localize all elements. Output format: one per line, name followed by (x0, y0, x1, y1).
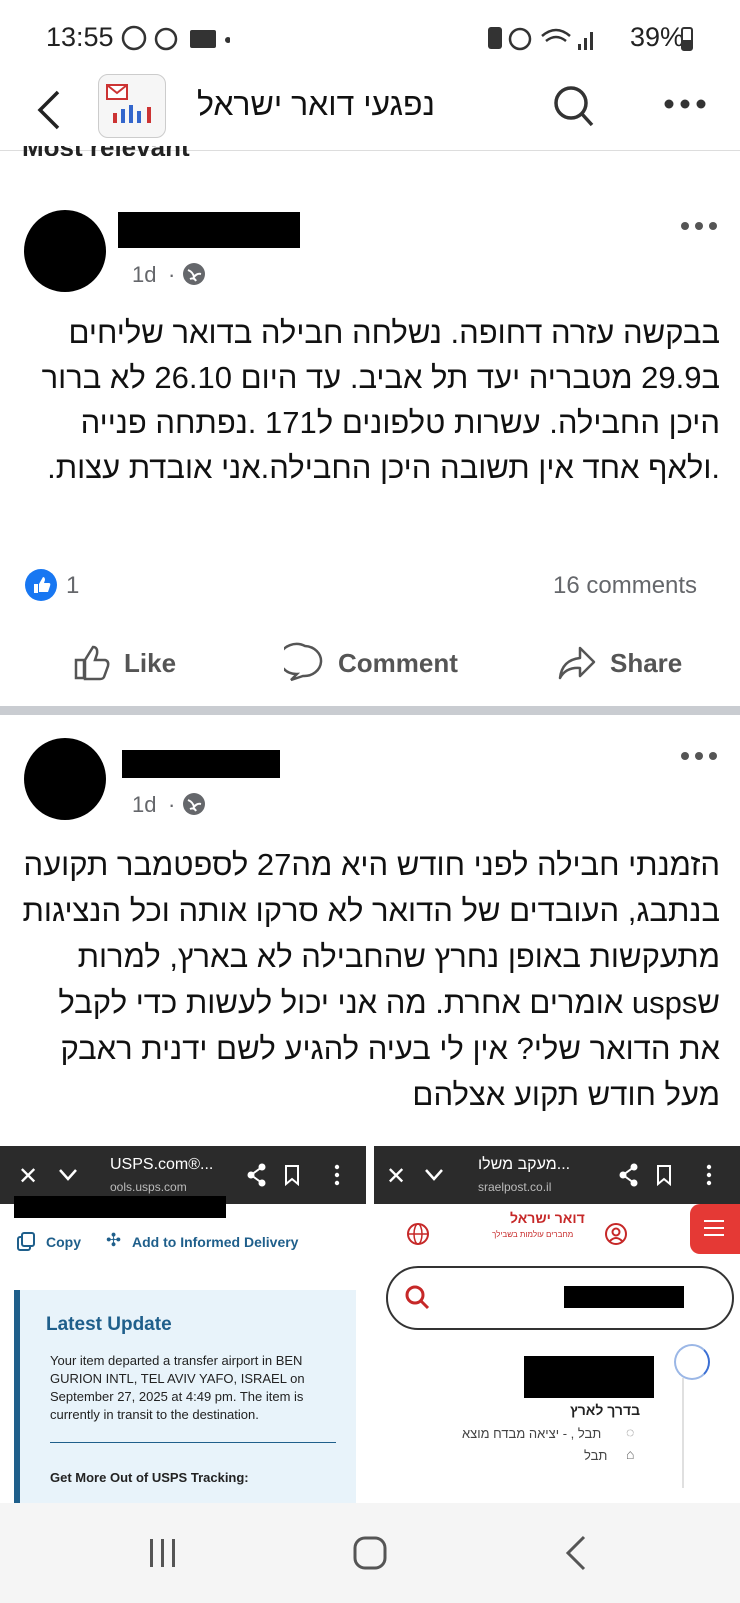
like-reaction-icon[interactable] (24, 568, 58, 602)
israel-post-logo: דואר ישראל (510, 1210, 585, 1226)
close-icon: ✕ (18, 1163, 39, 1190)
meta-dot: · (168, 262, 176, 287)
redaction (564, 1286, 684, 1308)
get-more-label: Get More Out of USPS Tracking: (50, 1470, 249, 1485)
back-arrow-icon[interactable] (34, 88, 64, 132)
redaction (524, 1356, 654, 1398)
plane-status-icon (674, 1344, 710, 1380)
more-options-icon[interactable] (663, 98, 707, 110)
reaction-count[interactable]: 1 (66, 572, 79, 600)
user-icon (605, 1223, 627, 1245)
post-separator (0, 706, 740, 715)
share-icon (247, 1163, 266, 1187)
timeline-line (682, 1378, 684, 1488)
menu-icon (334, 1164, 340, 1186)
menu-icon (706, 1164, 712, 1186)
latest-update-text: Your item departed a transfer airport in… (50, 1353, 305, 1422)
browser-bar: ✕ מעקב משלו... sraelpost.co.il (374, 1146, 740, 1204)
post-author-name-redacted[interactable] (122, 750, 280, 778)
post-body: בבקשה עזרה דחופה. נשלחה חבילה בדואר שליח… (41, 315, 720, 485)
informed-delivery-link: Add to Informed Delivery (132, 1234, 299, 1250)
post-author-name-redacted[interactable] (118, 212, 300, 248)
status-circle-icon: ◌ (626, 1424, 635, 1440)
comment-icon (284, 642, 323, 682)
comment-button[interactable]: Comment (284, 640, 464, 684)
battery-level: 39% (629, 22, 684, 52)
search-icon[interactable] (552, 84, 596, 130)
share-button[interactable]: Share (556, 640, 686, 684)
post-author-avatar[interactable] (24, 210, 106, 292)
redaction (14, 1196, 226, 1218)
post-author-avatar[interactable] (24, 738, 106, 820)
meta-dot: · (168, 792, 176, 817)
status-time: 13:55 (46, 22, 114, 52)
chevron-down-icon (59, 1169, 77, 1181)
tracking-search-box (386, 1266, 734, 1330)
globe-icon (183, 793, 205, 815)
tracking-status: בדרך לארץ (570, 1402, 641, 1418)
close-icon: ✕ (386, 1163, 407, 1190)
copy-icon (17, 1232, 35, 1251)
bookmark-icon (657, 1165, 671, 1186)
bookmark-icon (285, 1165, 299, 1186)
divider (50, 1442, 336, 1443)
attached-image-israel-post[interactable]: ✕ מעקב משלו... sraelpost.co.il דואר ישרא… (374, 1146, 740, 1503)
system-navigation-bar (0, 1503, 740, 1603)
notification-icons (121, 25, 230, 51)
like-button[interactable]: Like (72, 640, 182, 684)
tracking-event: תבל , - יציאה מבדח מוצא (462, 1426, 602, 1441)
post-time[interactable]: 1d (132, 262, 156, 288)
search-icon (405, 1285, 430, 1310)
globe-icon (183, 263, 205, 285)
sort-label-cutoff: Most relevant (22, 146, 242, 156)
share-icon (619, 1163, 638, 1187)
status-bar: 13:55 39% (0, 0, 740, 78)
hamburger-menu-icon (690, 1204, 740, 1254)
tracking-event: תבל (584, 1448, 608, 1463)
recent-apps-icon[interactable] (146, 1537, 180, 1569)
post-options-icon[interactable] (680, 220, 718, 232)
globe-icon (407, 1223, 429, 1245)
post-body: הזמנתי חבילה לפני חודש היא מה27 לספטמבר … (22, 847, 720, 1112)
chevron-down-icon (425, 1169, 443, 1181)
back-icon[interactable] (564, 1535, 588, 1571)
group-avatar[interactable] (98, 74, 166, 138)
home-icon[interactable] (352, 1535, 388, 1571)
informed-delivery-icon: ✣ (106, 1230, 122, 1250)
copy-link: Copy (46, 1234, 81, 1250)
like-icon (74, 645, 110, 681)
latest-update-card: Latest Update Your item departed a trans… (14, 1290, 356, 1504)
share-icon (558, 646, 596, 680)
israel-post-tagline: מחברים עולמות בשבילך (492, 1230, 574, 1239)
post-time[interactable]: 1d (132, 792, 156, 818)
latest-update-title: Latest Update (46, 1314, 172, 1335)
store-icon: ⌂ (626, 1446, 635, 1462)
system-icons (488, 27, 593, 51)
group-name[interactable]: נפגעי דואר ישראל (197, 86, 435, 123)
comments-count[interactable]: 16 comments (553, 572, 697, 600)
battery-icon (681, 27, 693, 51)
post-options-icon[interactable] (680, 750, 718, 762)
